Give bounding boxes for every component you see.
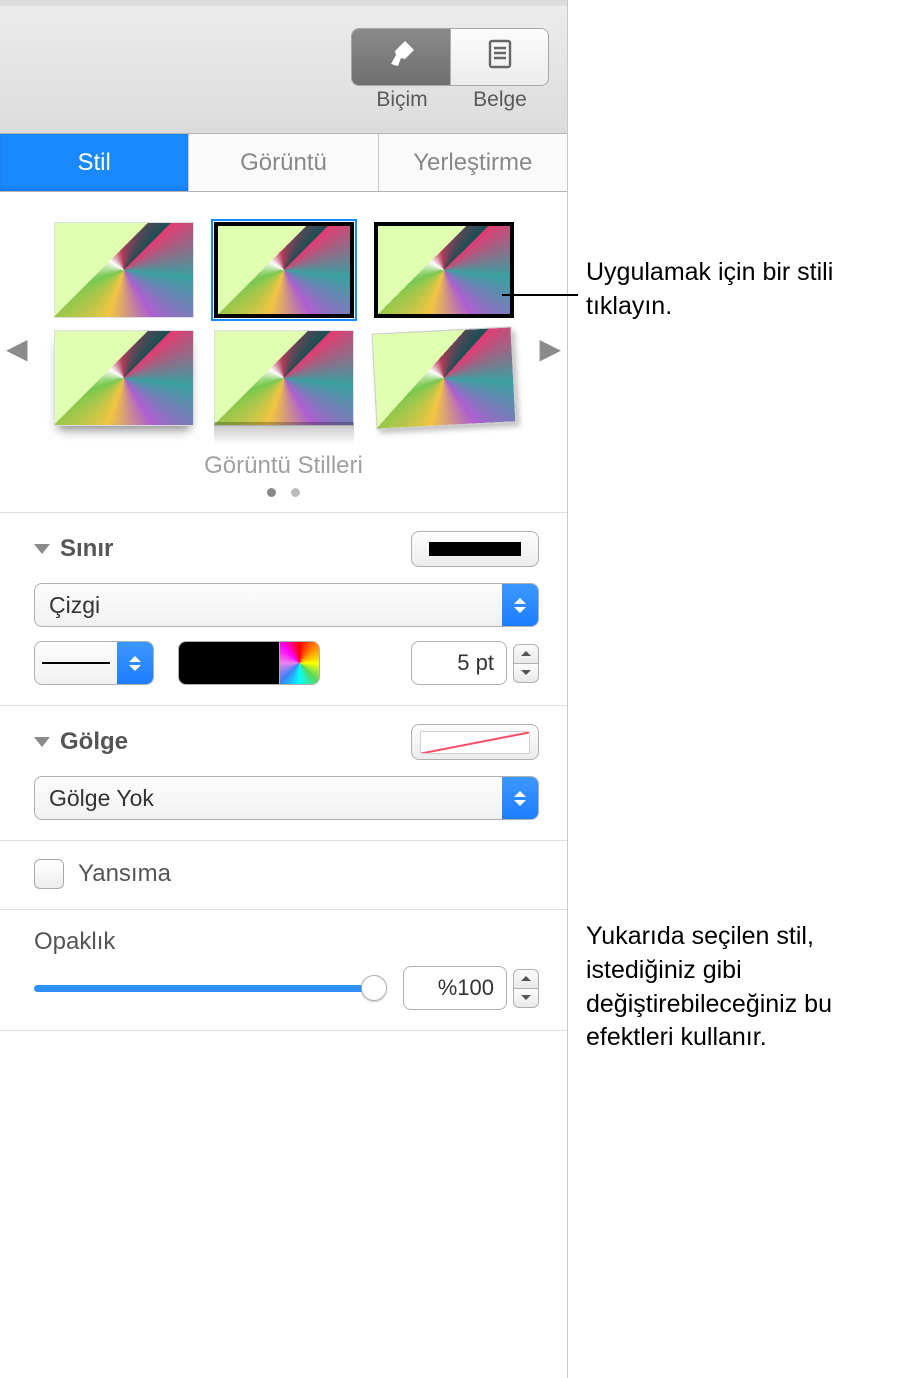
inspector-mode-switch: Biçim Belge <box>351 28 549 112</box>
chevron-updown-icon <box>502 777 538 819</box>
chevron-down-icon <box>34 737 50 747</box>
border-type-dropdown[interactable]: Çizgi <box>34 583 539 627</box>
opacity-stepper <box>403 966 539 1010</box>
tab-arrange[interactable]: Yerleştirme <box>379 134 567 191</box>
style-gallery: ◀ ▶ Görüntü Stilleri <box>0 192 567 513</box>
chevron-updown-icon <box>502 584 538 626</box>
callout-1: Uygulamak için bir stili tıklayın. <box>586 256 918 324</box>
document-button[interactable] <box>450 29 548 85</box>
gallery-next[interactable]: ▶ <box>539 332 561 365</box>
shadow-disclosure[interactable]: Gölge <box>34 728 128 756</box>
toolbar: Biçim Belge <box>0 6 567 134</box>
chevron-down-icon <box>34 544 50 554</box>
shadow-title: Gölge <box>60 728 128 756</box>
document-icon <box>484 38 516 75</box>
dot-1[interactable] <box>267 488 276 497</box>
gallery-page-dots[interactable] <box>6 484 561 502</box>
opacity-input[interactable] <box>403 966 507 1010</box>
style-thumb-4[interactable] <box>54 330 194 426</box>
color-wheel-icon[interactable] <box>279 642 319 684</box>
reflection-checkbox[interactable] <box>34 859 64 889</box>
border-disclosure[interactable]: Sınır <box>34 535 113 563</box>
inspector-panel: Biçim Belge Stil Görüntü Yerleştirme ◀ ▶ <box>0 0 568 1378</box>
stepper-down[interactable] <box>513 663 539 683</box>
callout-line-1 <box>502 294 578 296</box>
border-style-popup[interactable] <box>411 531 539 567</box>
shadow-value: Gölge Yok <box>35 785 502 812</box>
section-border: Sınır Çizgi <box>0 513 567 706</box>
style-thumb-5[interactable] <box>214 330 354 426</box>
style-thumb-6[interactable] <box>374 330 514 426</box>
border-sample-icon <box>429 542 521 556</box>
section-shadow: Gölge Gölge Yok <box>0 706 567 841</box>
inspector-tabs: Stil Görüntü Yerleştirme <box>0 134 567 192</box>
style-thumb-2[interactable] <box>214 222 354 318</box>
shadow-preview[interactable] <box>411 724 539 760</box>
stepper-up[interactable] <box>513 969 539 989</box>
chevron-updown-icon <box>117 642 153 684</box>
tab-image[interactable]: Görüntü <box>189 134 378 191</box>
gallery-caption: Görüntü Stilleri <box>6 452 561 480</box>
gallery-prev[interactable]: ◀ <box>6 332 28 365</box>
opacity-slider[interactable] <box>34 976 385 1000</box>
slider-knob[interactable] <box>361 975 387 1001</box>
dot-2[interactable] <box>291 488 300 497</box>
segmented-control <box>351 28 549 86</box>
border-width-input[interactable] <box>411 641 507 685</box>
reflection-label: Yansıma <box>78 860 171 888</box>
opacity-label: Opaklık <box>34 928 115 956</box>
border-color-picker[interactable] <box>178 641 320 685</box>
tab-style[interactable]: Stil <box>0 134 189 191</box>
none-swatch-icon <box>420 731 530 754</box>
line-preview-icon <box>42 662 110 664</box>
format-label: Biçim <box>353 88 451 112</box>
style-thumb-1[interactable] <box>54 222 194 318</box>
shadow-dropdown[interactable]: Gölge Yok <box>34 776 539 820</box>
brush-icon <box>385 38 417 75</box>
color-swatch <box>179 642 279 684</box>
line-style-dropdown[interactable] <box>34 641 154 685</box>
stepper-up[interactable] <box>513 644 539 664</box>
border-title: Sınır <box>60 535 113 563</box>
root: Biçim Belge Stil Görüntü Yerleştirme ◀ ▶ <box>0 0 918 1378</box>
stepper-down[interactable] <box>513 988 539 1008</box>
format-button[interactable] <box>352 29 450 85</box>
border-type-value: Çizgi <box>35 592 502 619</box>
section-reflection: Yansıma <box>0 841 567 910</box>
slider-track <box>34 985 385 992</box>
section-opacity: Opaklık <box>0 910 567 1031</box>
style-thumb-3[interactable] <box>374 222 514 318</box>
callout-2: Yukarıda seçilen stil, istediğiniz gibi … <box>586 920 918 1055</box>
border-width-stepper <box>411 641 539 685</box>
document-label: Belge <box>451 88 549 112</box>
annotation-area: Uygulamak için bir stili tıklayın. Yukar… <box>568 0 918 1378</box>
